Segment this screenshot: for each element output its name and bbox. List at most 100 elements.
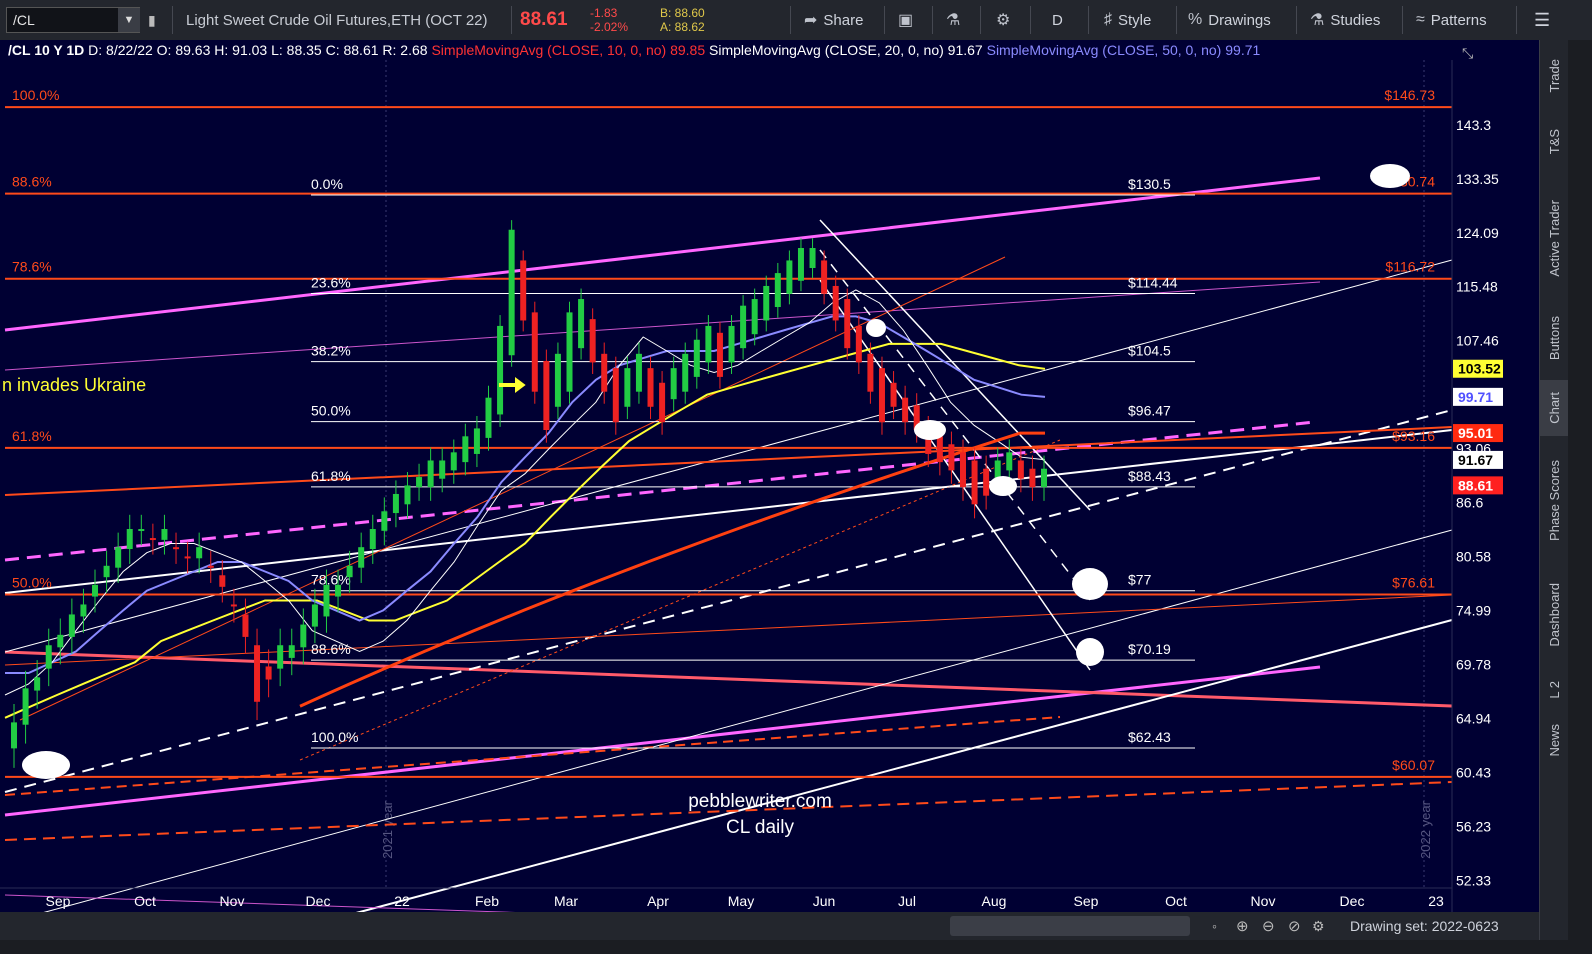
aggregation-button[interactable]: D	[1052, 0, 1063, 40]
share-button[interactable]: ➦ Share	[804, 0, 863, 40]
drawing-set-label[interactable]: Drawing set: 2022-0623	[1350, 918, 1499, 934]
toolbar: /CL ▼ ▮ Light Sweet Crude Oil Futures,ET…	[0, 0, 1592, 41]
candle-body	[959, 452, 966, 488]
side-tab-trade[interactable]: Trade	[1540, 46, 1569, 106]
side-tab-phase-scores[interactable]: Phase Scores	[1540, 440, 1569, 560]
header-field-12: 99.71	[1225, 42, 1260, 58]
candle-body	[11, 722, 17, 749]
candles-icon: ♯	[1104, 11, 1112, 28]
highlight-marker	[1076, 638, 1104, 666]
candle-body	[832, 285, 839, 321]
side-tab-t-s[interactable]: T&S	[1540, 112, 1569, 172]
chart-area[interactable]: 2021 year 2022 year 100.0% $146.73 88.6% $13…	[0, 40, 1539, 941]
candle-body	[196, 547, 203, 559]
menu-button[interactable]: ☰	[1534, 0, 1550, 40]
status-strip	[0, 940, 1592, 954]
change-value: -1.83	[590, 6, 618, 20]
candle-body	[219, 575, 226, 587]
candle-body	[774, 273, 781, 308]
candle-body	[254, 645, 261, 702]
candle-body	[786, 260, 793, 294]
retracement-pct: 100.0%	[311, 729, 358, 745]
divider	[1296, 6, 1297, 34]
x-tick-label: Dec	[1340, 893, 1365, 909]
price-tag-value: 99.71	[1458, 389, 1493, 405]
link-icon[interactable]: ▮	[148, 0, 156, 40]
candle-body	[531, 312, 538, 392]
last-price: 88.61	[520, 9, 568, 30]
candle-body	[242, 614, 249, 637]
candle-body	[543, 360, 550, 430]
price-tag-value: 91.67	[1458, 452, 1493, 468]
candle-body	[578, 299, 585, 349]
style-label: Style	[1118, 11, 1152, 29]
candle-body	[670, 368, 677, 400]
fib-level-pct: 100.0%	[12, 87, 59, 103]
bid-value: B: 88.60	[660, 6, 705, 20]
side-tab-buttons[interactable]: Buttons	[1540, 300, 1569, 376]
candle-body	[184, 556, 191, 559]
side-tab-chart[interactable]: Chart	[1540, 380, 1569, 436]
candle-body	[693, 339, 700, 377]
settings-button[interactable]: ⚙	[996, 0, 1016, 40]
candle-body	[173, 547, 180, 550]
reset-zoom-icon[interactable]: ⊘	[1288, 918, 1301, 935]
symbol-dropdown-icon[interactable]: ▼	[118, 8, 140, 32]
retracement-pct: 38.2%	[311, 343, 351, 359]
candle-body	[288, 645, 295, 658]
snap-icon[interactable]: ⚙	[1312, 918, 1325, 934]
studies-button[interactable]: ⚗ Studies	[1310, 0, 1380, 40]
side-tab-l-2[interactable]: L 2	[1540, 670, 1569, 710]
scroll-right-icon[interactable]: ◦	[1212, 918, 1217, 934]
price-change: -1.83 -2.02%	[590, 0, 628, 40]
retracement-pct: 50.0%	[311, 403, 351, 419]
candle-body	[520, 260, 527, 321]
side-tab-active-trader[interactable]: Active Trader	[1540, 178, 1569, 298]
candle-body	[878, 368, 885, 423]
share-label: Share	[823, 11, 864, 29]
divider	[172, 6, 173, 34]
side-tab-dashboard[interactable]: Dashboard	[1540, 565, 1569, 665]
candle-body	[300, 624, 307, 648]
time-scrollbar[interactable]: ◦ ⊕ ⊖ ⊘ ⚙ Drawing set: 2022-0623	[0, 912, 1539, 940]
flask-button[interactable]: ⚗	[946, 0, 966, 40]
candle-body	[497, 325, 504, 415]
y-tick-label: 64.94	[1456, 710, 1491, 726]
divider	[932, 6, 933, 34]
instrument-description: Light Sweet Crude Oil Futures,ETH (OCT 2…	[186, 11, 488, 29]
x-tick-label: Feb	[475, 893, 499, 909]
x-tick-label: Aug	[982, 893, 1007, 909]
monitor-icon: ▣	[898, 12, 914, 29]
candle-body	[462, 436, 469, 463]
candle-body	[92, 584, 99, 597]
x-tick-label: Nov	[1251, 893, 1276, 909]
zoom-in-icon[interactable]: ⊕	[1236, 918, 1249, 935]
drawings-button[interactable]: % Drawings	[1188, 0, 1271, 40]
retracement-pct: 23.6%	[311, 275, 351, 291]
expand-icon[interactable]: ⤡	[1462, 45, 1473, 61]
chart-controls: ⤡	[1462, 45, 1473, 61]
divider	[980, 6, 981, 34]
side-tab-label: L 2	[1547, 681, 1562, 699]
scroll-thumb[interactable]	[950, 916, 1190, 936]
candle-body	[22, 688, 29, 725]
candle-body	[57, 634, 64, 648]
side-tab-news[interactable]: News	[1540, 715, 1569, 765]
candle-body	[346, 565, 353, 578]
fib-level-pct: 78.6%	[12, 259, 52, 275]
patterns-button[interactable]: ≈ Patterns	[1416, 0, 1487, 40]
candle-body	[335, 584, 342, 597]
fib-level-price: $60.07	[1392, 757, 1435, 773]
x-tick-label: Sep	[1074, 893, 1099, 909]
candle-body	[392, 493, 399, 514]
candle-body	[439, 460, 446, 479]
candle-body	[624, 368, 631, 407]
header-field-3: H: 91.03	[214, 42, 271, 58]
zoom-out-icon[interactable]: ⊖	[1262, 918, 1275, 935]
price-chart[interactable]: 2021 year 2022 year 100.0% $146.73 88.6% $13…	[0, 40, 1539, 941]
chart-settings-button[interactable]: ▣	[898, 0, 919, 40]
candle-body	[797, 248, 804, 281]
style-button[interactable]: ♯ Style	[1104, 0, 1151, 40]
aggregation-label: D	[1052, 11, 1063, 29]
price-tag-value: 88.61	[1458, 477, 1493, 493]
